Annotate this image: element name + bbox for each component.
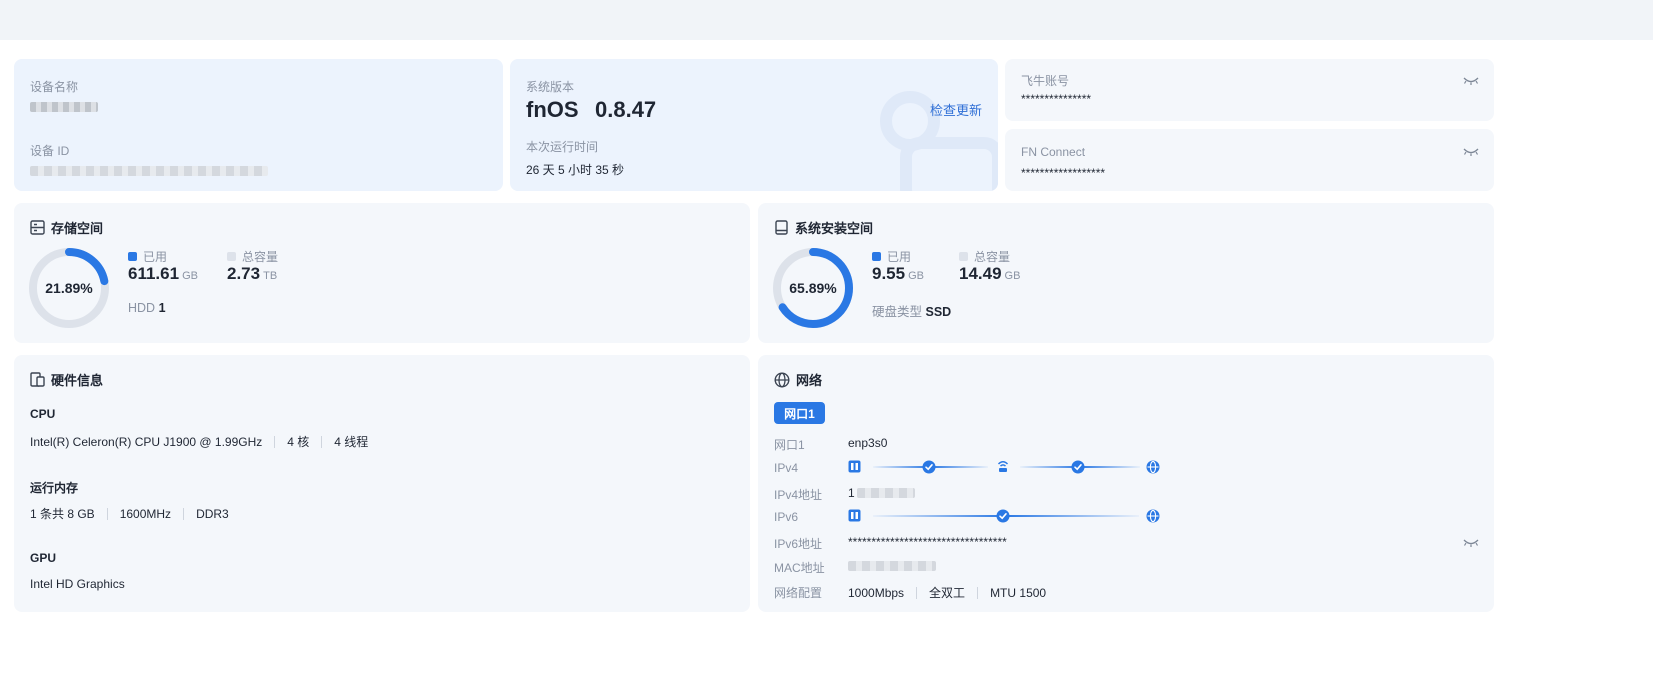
- tab-port-1[interactable]: 网口1: [774, 402, 825, 424]
- ipv4-address-label: IPv4地址: [774, 488, 823, 502]
- cpu-cores: 4 核: [287, 435, 310, 449]
- os-name: fnOS: [526, 97, 579, 122]
- hardware-icon: [30, 372, 45, 387]
- hardware-card: 硬件信息 CPU Intel(R) Celeron(R) CPU J1900 @…: [14, 355, 750, 612]
- disk-type-label: 硬盘类型: [872, 305, 923, 319]
- mtu-value: MTU 1500: [990, 585, 1047, 600]
- fn-connect-card: FN Connect ******************: [1005, 129, 1494, 191]
- fn-connect-value: ******************: [1021, 166, 1106, 180]
- uptime-value: 26 天 5 小时 35 秒: [526, 163, 625, 177]
- link-speed: 1000Mbps: [848, 585, 905, 600]
- drive-icon: [775, 220, 788, 235]
- disk-type-value: SSD: [925, 305, 952, 319]
- internet-globe-icon: [1146, 509, 1160, 523]
- os-version: 0.8.47: [595, 97, 657, 122]
- storage-title: 存储空间: [51, 221, 104, 236]
- uptime-label: 本次运行时间: [526, 140, 599, 154]
- storage-used-value: 611.61: [128, 264, 180, 283]
- system-used-unit: GB: [908, 270, 924, 282]
- divider: [977, 586, 979, 599]
- network-title: 网络: [796, 373, 823, 388]
- ram-type: DDR3: [196, 506, 229, 521]
- ipv6-address-value: **********************************: [848, 535, 1007, 549]
- internet-globe-icon: [1146, 460, 1160, 474]
- divider: [274, 435, 276, 448]
- server-icon: [848, 460, 861, 473]
- device-card: 设备名称 设备 ID: [14, 59, 503, 191]
- system-used-label: 已用: [887, 250, 912, 264]
- system-used-value: 9.55: [872, 264, 906, 283]
- ram-count: 1 条共 8 GB: [30, 507, 95, 521]
- gpu-model: Intel HD Graphics: [30, 577, 125, 591]
- top-bar: [0, 0, 1653, 40]
- storage-percent: 21.89%: [45, 280, 93, 296]
- total-legend-swatch: [227, 252, 236, 261]
- divider: [321, 435, 323, 448]
- cpu-threads: 4 线程: [334, 435, 369, 449]
- ram-heading: 运行内存: [30, 481, 79, 495]
- eye-closed-icon[interactable]: [1463, 147, 1479, 157]
- hardware-title: 硬件信息: [51, 373, 104, 388]
- total-legend-swatch: [959, 252, 968, 261]
- account-value: ***************: [1021, 92, 1092, 106]
- network-config-label: 网络配置: [774, 586, 823, 600]
- system-total-value: 14.49: [959, 264, 1002, 283]
- router-icon: [997, 461, 1009, 472]
- device-id-label: 设备 ID: [30, 144, 70, 158]
- divider: [106, 507, 108, 520]
- divider: [183, 507, 185, 520]
- check-circle-icon: [1071, 460, 1085, 474]
- used-legend-swatch: [872, 252, 881, 261]
- server-icon: [848, 509, 861, 522]
- mac-address-redacted: [848, 561, 936, 571]
- system-install-card: 系统安装空间 65.89% 已用 9.55 GB 总容量 14.49 GB 硬盘类型…: [758, 203, 1494, 343]
- cpu-heading: CPU: [30, 407, 56, 421]
- system-install-title: 系统安装空间: [795, 221, 874, 236]
- storage-used-label: 已用: [143, 250, 168, 264]
- storage-total-value: 2.73: [227, 264, 261, 283]
- eye-closed-icon[interactable]: [1463, 538, 1479, 548]
- globe-icon: [774, 371, 790, 388]
- disk-type-label: HDD: [128, 301, 156, 315]
- version-label: 系统版本: [526, 80, 575, 94]
- system-total-label: 总容量: [974, 250, 1011, 264]
- port-value: enp3s0: [848, 436, 888, 450]
- ram-frequency: 1600MHz: [119, 506, 172, 521]
- ipv6-label: IPv6: [774, 510, 799, 524]
- storage-card: 存储空间 21.89% 已用 611.61 GB 总容量 2.73 TB HDD 1: [14, 203, 750, 343]
- gpu-heading: GPU: [30, 551, 57, 565]
- ipv6-address-label: IPv6地址: [774, 537, 823, 551]
- fn-connect-label: FN Connect: [1021, 145, 1086, 159]
- ipv4-address-redacted: [856, 488, 915, 498]
- storage-icon: [30, 220, 45, 235]
- cpu-model: Intel(R) Celeron(R) CPU J1900 @ 1.99GHz: [30, 434, 263, 449]
- mac-address-label: MAC地址: [774, 561, 825, 575]
- network-card: 网络 网口1 网口1 enp3s0 IPv4 IPv4地址 1 IPv6 IPv…: [758, 355, 1494, 612]
- check-circle-icon: [922, 460, 936, 474]
- storage-used-unit: GB: [182, 270, 198, 282]
- device-name-label: 设备名称: [30, 80, 79, 94]
- check-update-link[interactable]: 检查更新: [930, 100, 982, 119]
- account-card: 飞牛账号 ***************: [1005, 59, 1494, 121]
- duplex-mode: 全双工: [929, 586, 966, 600]
- eye-closed-icon[interactable]: [1463, 76, 1479, 86]
- ipv4-label: IPv4: [774, 461, 799, 475]
- account-label: 飞牛账号: [1021, 74, 1070, 88]
- device-id-value: [30, 166, 268, 176]
- device-name-value: [30, 102, 98, 112]
- storage-total-label: 总容量: [242, 250, 279, 264]
- disk-count: 1: [158, 301, 166, 315]
- ipv4-address-value: 1: [848, 486, 855, 500]
- system-percent: 65.89%: [789, 280, 837, 296]
- check-circle-icon: [996, 509, 1010, 523]
- system-total-unit: GB: [1004, 270, 1021, 282]
- port-label: 网口1: [774, 438, 805, 452]
- used-legend-swatch: [128, 252, 137, 261]
- storage-total-unit: TB: [263, 270, 278, 282]
- system-version-card: 系统版本 fnOS 0.8.47 检查更新 本次运行时间 26 天 5 小时 3…: [510, 59, 998, 191]
- divider: [916, 586, 918, 599]
